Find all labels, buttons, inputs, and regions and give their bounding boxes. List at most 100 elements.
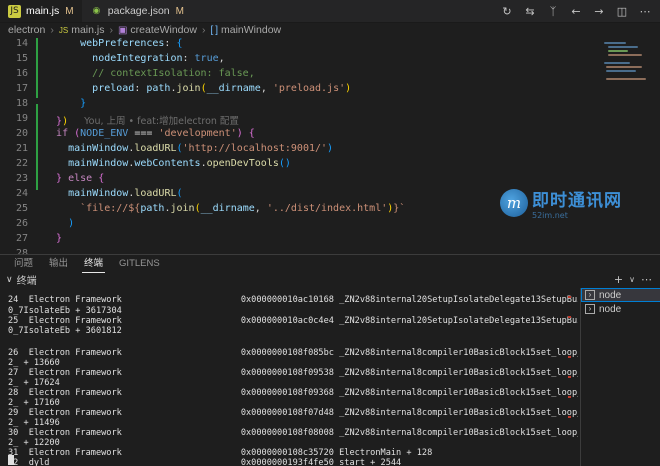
scrollbar-marker: [568, 396, 571, 398]
terminal-line: 26 Electron Framework 0x0000000108f085bc…: [8, 348, 578, 358]
editor-tab-bar: JS main.js M ◉ package.json M ↻ ⇆ ᛉ ← → …: [0, 0, 660, 23]
editor-actions: ↻ ⇆ ᛉ ← → ◫ ⋯: [500, 0, 652, 22]
panel-tab-bar: 问题 输出 终端 GITLENS: [0, 254, 660, 273]
tab-label: main.js: [26, 5, 60, 17]
terminal-line: 29 Electron Framework 0x0000000108f07d48…: [8, 408, 578, 418]
terminal-line: 2_ + 11496: [8, 418, 60, 428]
terminal-line: 24 Electron Framework 0x000000010ac10168…: [8, 295, 578, 305]
js-file-icon: JS: [8, 4, 21, 18]
scrollbar-marker: [568, 296, 571, 298]
line-number: 17: [15, 83, 28, 94]
site-watermark: m 即时通讯网 52im.net: [500, 186, 622, 220]
more-icon[interactable]: ⋯: [638, 5, 652, 18]
line-number: 26: [15, 218, 28, 229]
code-line: // contextIsolation: false,: [92, 68, 255, 79]
chevron-down-icon: ∨: [6, 274, 13, 284]
tab-package-json[interactable]: ◉ package.json M: [82, 0, 192, 22]
code-editor[interactable]: 14 webPreferences: { 15 nodeIntegration:…: [0, 38, 600, 254]
tab-main-js[interactable]: JS main.js M: [0, 0, 82, 22]
scrollbar-marker: [568, 356, 571, 358]
tab-label: package.json: [107, 5, 170, 17]
line-number: 19: [15, 113, 28, 124]
watermark-title: 即时通讯网: [532, 191, 622, 211]
terminal-list-item[interactable]: › node: [581, 288, 660, 302]
scrollbar-marker: [568, 316, 571, 318]
breadcrumb-file[interactable]: main.js: [71, 24, 104, 36]
terminal-section-header[interactable]: ∨ 终端: [0, 272, 660, 287]
tab-gitlens[interactable]: GITLENS: [117, 255, 162, 273]
code-line: mainWindow.loadURL('http://localhost:900…: [68, 143, 334, 154]
terminal-line: 32 dyld 0x0000000193f4fe50 start + 2544: [8, 458, 402, 466]
terminal-line: 2_ + 17160: [8, 398, 60, 408]
go-forward-icon[interactable]: →: [592, 5, 606, 18]
modified-badge: M: [65, 5, 74, 17]
timeline-icon[interactable]: ↻: [500, 5, 514, 18]
line-number: 23: [15, 173, 28, 184]
git-branch-icon[interactable]: ᛉ: [546, 5, 560, 18]
code-line: preload: path.join(__dirname, 'preload.j…: [92, 83, 352, 94]
breadcrumb-folder[interactable]: electron: [8, 24, 45, 36]
terminal-list: › node › node: [580, 288, 660, 466]
terminal-line: 31 Electron Framework 0x0000000108c35720…: [8, 448, 433, 458]
watermark-logo: m: [500, 189, 528, 217]
code-line: `file://${path.join(__dirname, '../dist/…: [80, 203, 406, 214]
json-file-icon: ◉: [92, 5, 101, 16]
terminal-output[interactable]: 24 Electron Framework 0x000000010ac10168…: [0, 287, 578, 466]
terminal-line: 0_7IsolateEb + 3601812: [8, 326, 122, 336]
tab-problems[interactable]: 问题: [12, 255, 35, 273]
git-modified-gutter: [36, 38, 38, 98]
line-number: 25: [15, 203, 28, 214]
tab-terminal[interactable]: 终端: [82, 255, 106, 273]
terminal-title: 终端: [16, 276, 37, 287]
terminal-line: 25 Electron Framework 0x000000010ac0c4e4…: [8, 316, 578, 326]
code-line: nodeIntegration: true,: [92, 53, 225, 64]
split-editor-icon[interactable]: ◫: [615, 5, 629, 18]
code-line: }: [80, 98, 87, 109]
terminal-line: 27 Electron Framework 0x0000000108f09538…: [8, 368, 578, 378]
code-line: if (NODE_ENV === 'development') {: [56, 128, 255, 139]
variable-icon: [ ]: [210, 24, 219, 36]
modified-badge: M: [175, 5, 184, 17]
terminal-line: 30 Electron Framework 0x0000000108f08008…: [8, 428, 578, 438]
line-number: 15: [15, 53, 28, 64]
code-line: mainWindow.webContents.openDevTools(): [68, 158, 291, 169]
git-blame-annotation: You, 上周 • feat:增加electron 配置: [84, 116, 239, 127]
line-number: 24: [15, 188, 28, 199]
breadcrumb-variable[interactable]: mainWindow: [221, 24, 281, 36]
code-line: }: [56, 233, 63, 244]
terminal-cursor: [8, 455, 14, 465]
function-icon: ▣: [117, 24, 128, 36]
line-number: 20: [15, 128, 28, 139]
terminal-list-item[interactable]: › node: [581, 302, 660, 316]
js-file-icon: JS: [58, 25, 69, 35]
chevron-down-icon[interactable]: ∨: [629, 275, 635, 284]
compare-icon[interactable]: ⇆: [523, 5, 537, 18]
terminal-line: 2_ + 13660: [8, 358, 60, 368]
watermark-subtitle: 52im.net: [532, 211, 568, 220]
minimap[interactable]: [600, 38, 660, 254]
code-line: ): [68, 218, 75, 229]
line-number: 27: [15, 233, 28, 244]
terminal-name: node: [599, 289, 622, 301]
line-number: 21: [15, 143, 28, 154]
terminal-line: 0_7IsolateEb + 3617304: [8, 306, 122, 316]
chevron-right-icon: ›: [201, 24, 206, 36]
terminal-line: 2_ + 12200: [8, 438, 60, 448]
line-number: 18: [15, 98, 28, 109]
line-number: 22: [15, 158, 28, 169]
breadcrumb: electron › JS main.js › ▣ createWindow ›…: [0, 22, 660, 38]
go-back-icon[interactable]: ←: [569, 5, 583, 18]
breadcrumb-function[interactable]: createWindow: [130, 24, 197, 36]
line-number: 14: [15, 38, 28, 49]
terminal-icon: ›: [585, 304, 595, 314]
new-terminal-icon[interactable]: +: [614, 273, 623, 286]
git-modified-gutter: [36, 104, 38, 190]
terminal-line: 28 Electron Framework 0x0000000108f09368…: [8, 388, 578, 398]
chevron-right-icon: ›: [50, 24, 54, 36]
tab-output[interactable]: 输出: [47, 255, 70, 273]
chevron-right-icon: ›: [109, 24, 113, 36]
code-line: webPreferences: {: [80, 38, 183, 49]
terminal-line: 2_ + 17624: [8, 378, 60, 388]
more-icon[interactable]: ⋯: [641, 273, 652, 286]
scrollbar-marker: [568, 376, 571, 378]
